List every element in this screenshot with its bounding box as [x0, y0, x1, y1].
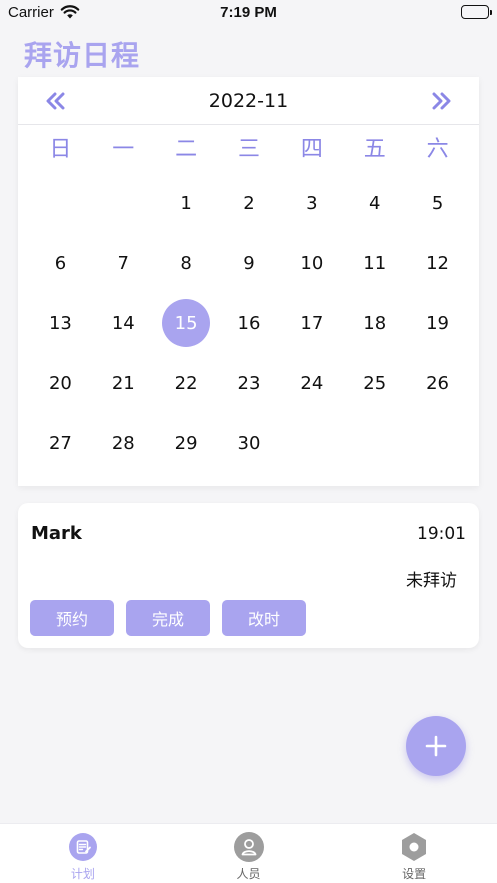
plan-icon [68, 832, 98, 862]
day-cell[interactable]: 28 [92, 413, 155, 473]
day-cell[interactable]: 8 [155, 233, 218, 293]
weekday-label: 四 [300, 137, 323, 162]
tab-bar: 计划 人员 设置 [0, 823, 497, 883]
day-number: 6 [54, 252, 67, 274]
day-number: 12 [426, 252, 450, 274]
tab-people-label: 人员 [236, 867, 261, 881]
day-cell[interactable]: 24 [280, 353, 343, 413]
tab-settings[interactable]: 设置 [331, 824, 497, 883]
day-cell[interactable]: 6 [29, 233, 92, 293]
day-number: 10 [300, 252, 324, 274]
day-number: 1 [180, 192, 192, 214]
day-number: 30 [237, 432, 261, 454]
day-number: 22 [174, 372, 198, 394]
day-number: 23 [237, 372, 261, 394]
day-number: 8 [180, 252, 192, 274]
day-cell[interactable]: 20 [29, 353, 92, 413]
visit-card[interactable]: Mark 19:01 未拜访 预约 完成 改时 [18, 503, 479, 648]
status-time: 7:19 PM [220, 4, 277, 21]
day-number: 21 [111, 372, 135, 394]
tab-people[interactable]: 人员 [166, 824, 332, 883]
day-number: 11 [363, 252, 387, 274]
day-cell[interactable]: 18 [343, 293, 406, 353]
day-cell[interactable]: 14 [92, 293, 155, 353]
day-number: 16 [237, 312, 261, 334]
battery-icon [461, 5, 492, 19]
day-cell[interactable]: 4 [343, 173, 406, 233]
day-number: 13 [48, 312, 72, 334]
weekday-label: 六 [426, 137, 449, 162]
day-number: 7 [117, 252, 129, 274]
day-cell[interactable]: 2 [218, 173, 281, 233]
weekday-label: 五 [363, 137, 386, 162]
weekday-label: 三 [238, 137, 261, 162]
visit-time: 19:01 [417, 524, 466, 544]
day-number: 3 [306, 192, 318, 214]
day-number: 15 [162, 299, 211, 347]
day-number: 5 [431, 192, 444, 214]
day-number: 24 [300, 372, 324, 394]
day-number: 17 [300, 312, 324, 334]
visit-name: Mark [31, 523, 82, 544]
day-number: 29 [174, 432, 198, 454]
weekday-row: 日一二三四五六 [29, 135, 469, 165]
day-cell[interactable]: 22 [155, 353, 218, 413]
weekday-label: 二 [175, 137, 198, 162]
next-month-button[interactable] [428, 87, 456, 115]
double-chevron-right-icon [432, 92, 451, 110]
day-cell-empty [29, 173, 92, 233]
day-cell[interactable]: 23 [218, 353, 281, 413]
weekday-label: 一 [112, 137, 135, 162]
day-cell[interactable]: 30 [218, 413, 281, 473]
day-number: 26 [426, 372, 450, 394]
visit-status: 未拜访 [406, 571, 457, 591]
day-number: 20 [48, 372, 72, 394]
day-number: 14 [111, 312, 135, 334]
day-cell[interactable]: 26 [406, 353, 469, 413]
day-number: 9 [243, 252, 255, 274]
day-cell-empty [92, 173, 155, 233]
status-bar: Carrier 7:19 PM [0, 0, 497, 26]
day-cell[interactable]: 17 [280, 293, 343, 353]
day-number: 4 [368, 192, 381, 214]
book-button[interactable]: 预约 [30, 600, 114, 636]
calendar: 2022-11 日一二三四五六 1 2 3 4 5 6 7 8 9 10 11 12 13 14 15 16 1… [18, 77, 479, 486]
day-cell[interactable]: 10 [280, 233, 343, 293]
month-label: 2022-11 [208, 90, 289, 112]
person-icon [233, 832, 264, 862]
reschedule-button[interactable]: 改时 [222, 600, 306, 636]
day-cell[interactable]: 7 [92, 233, 155, 293]
plus-icon [425, 735, 447, 757]
day-cell[interactable]: 21 [92, 353, 155, 413]
day-number: 18 [363, 312, 387, 334]
day-cell[interactable]: 19 [406, 293, 469, 353]
day-cell[interactable]: 11 [343, 233, 406, 293]
day-cell[interactable]: 1 [155, 173, 218, 233]
settings-icon [399, 832, 429, 862]
day-cell[interactable]: 12 [406, 233, 469, 293]
day-cell[interactable]: 15 [155, 293, 218, 353]
day-number: 27 [48, 432, 72, 454]
day-number: 2 [243, 192, 255, 214]
tab-plan[interactable]: 计划 [0, 824, 166, 883]
day-cell[interactable]: 3 [280, 173, 343, 233]
weekday-label: 日 [49, 137, 72, 162]
page-title: 拜访日程 [24, 39, 141, 72]
add-visit-button[interactable] [406, 716, 466, 776]
days-grid: 1 2 3 4 5 6 7 8 9 10 11 12 13 14 15 16 17 18 19 20 21 22 23 24 2… [29, 173, 469, 473]
day-cell[interactable]: 27 [29, 413, 92, 473]
day-number: 28 [111, 432, 135, 454]
tab-plan-label: 计划 [70, 867, 95, 881]
complete-button[interactable]: 完成 [126, 600, 210, 636]
calendar-header: 2022-11 [18, 77, 479, 125]
day-cell[interactable]: 13 [29, 293, 92, 353]
day-cell[interactable]: 9 [218, 233, 281, 293]
day-number: 19 [426, 312, 450, 334]
day-cell[interactable]: 16 [218, 293, 281, 353]
tab-settings-label: 设置 [402, 867, 427, 881]
day-number: 25 [363, 372, 387, 394]
day-cell[interactable]: 5 [406, 173, 469, 233]
day-cell[interactable]: 29 [155, 413, 218, 473]
day-cell[interactable]: 25 [343, 353, 406, 413]
